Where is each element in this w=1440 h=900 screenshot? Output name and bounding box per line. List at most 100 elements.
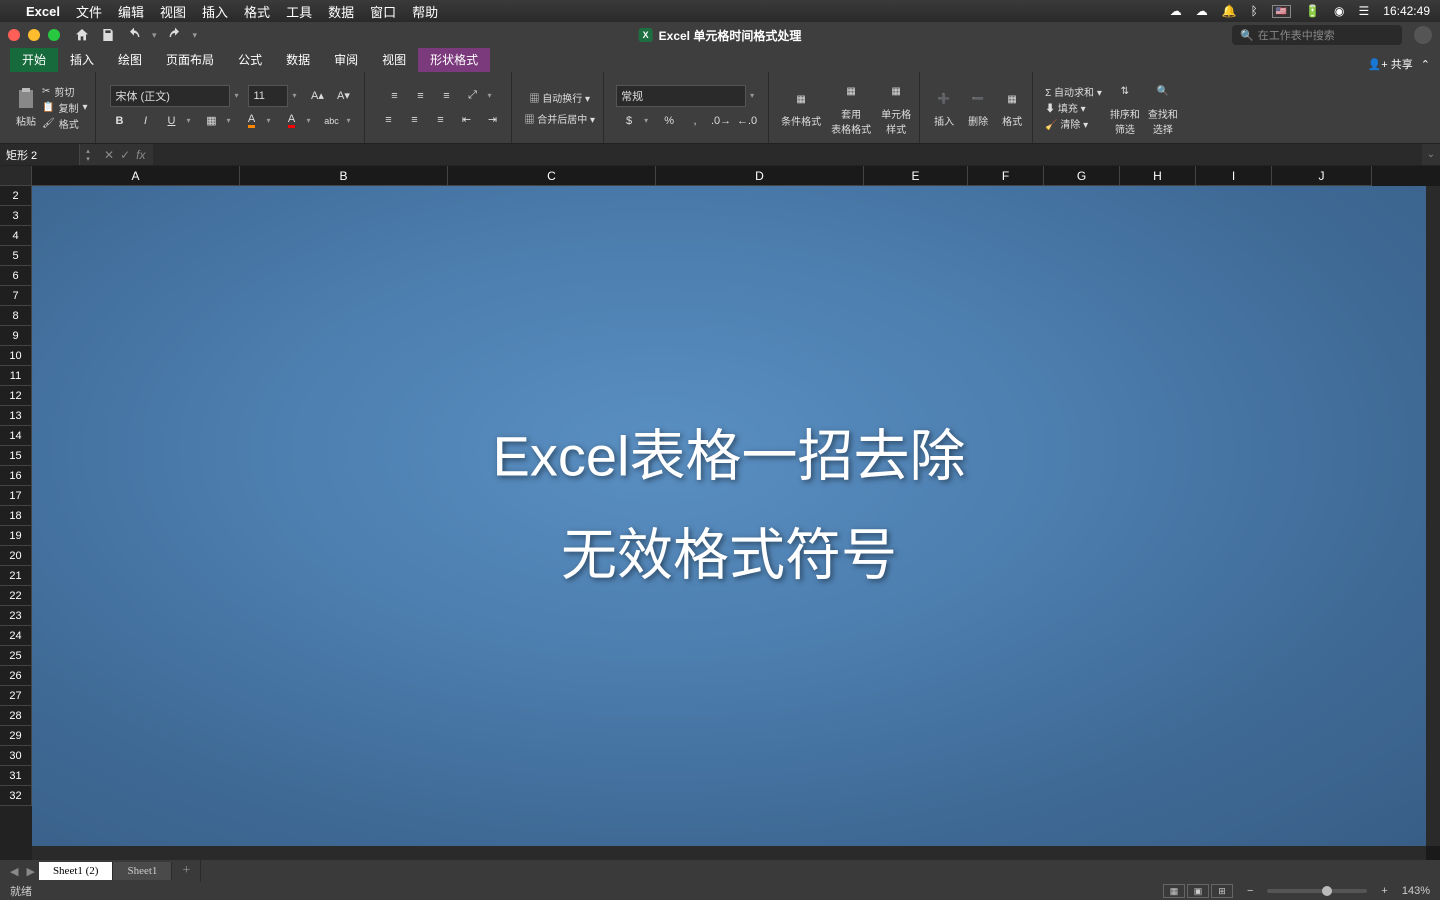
battery-icon[interactable]: 🔋 — [1305, 4, 1320, 18]
conditional-format-button[interactable]: ▦条件格式 — [781, 87, 821, 128]
row-header-19[interactable]: 19 — [0, 526, 32, 546]
row-header-10[interactable]: 10 — [0, 346, 32, 366]
currency-dropdown[interactable]: ▾ — [644, 116, 654, 125]
zoom-level[interactable]: 143% — [1402, 885, 1430, 897]
clock[interactable]: 16:42:49 — [1383, 4, 1430, 18]
column-header-C[interactable]: C — [448, 166, 656, 186]
row-header-25[interactable]: 25 — [0, 646, 32, 666]
input-source-icon[interactable]: 🇺🇸 — [1272, 5, 1291, 18]
row-header-11[interactable]: 11 — [0, 366, 32, 386]
menu-edit[interactable]: 编辑 — [118, 2, 144, 21]
increase-font-icon[interactable]: A▴ — [306, 86, 328, 106]
orientation-dropdown[interactable]: ▾ — [487, 91, 497, 100]
underline-button[interactable]: U — [160, 111, 182, 131]
maximize-window-button[interactable] — [48, 29, 60, 41]
page-break-view-icon[interactable]: ⊞ — [1211, 884, 1233, 898]
percent-icon[interactable]: % — [658, 111, 680, 131]
align-left-icon[interactable]: ≡ — [377, 110, 399, 130]
decrease-decimal-icon[interactable]: ←.0 — [736, 111, 758, 131]
app-name[interactable]: Excel — [26, 4, 60, 19]
fx-icon[interactable]: fx — [136, 148, 145, 162]
cancel-formula-icon[interactable]: ✕ — [104, 148, 114, 162]
redo-dropdown[interactable]: ▾ — [193, 30, 198, 41]
clear-button[interactable]: 🧹 清除 ▾ — [1045, 116, 1102, 131]
undo-dropdown[interactable]: ▾ — [152, 30, 157, 41]
comma-icon[interactable]: , — [684, 111, 706, 131]
tab-formulas[interactable]: 公式 — [226, 47, 274, 72]
currency-icon[interactable]: $ — [618, 111, 640, 131]
tab-insert[interactable]: 插入 — [58, 47, 106, 72]
phonetic-dropdown[interactable]: ▾ — [346, 116, 356, 125]
insert-cells-button[interactable]: ➕插入 — [932, 87, 956, 128]
redo-icon[interactable] — [167, 27, 183, 43]
tab-view[interactable]: 视图 — [370, 47, 418, 72]
font-color-dropdown[interactable]: ▾ — [306, 116, 316, 125]
format-cells-button[interactable]: ▦格式 — [1000, 87, 1024, 128]
bold-button[interactable]: B — [108, 111, 130, 131]
find-select-button[interactable]: 🔍查找和 选择 — [1148, 80, 1178, 136]
row-header-21[interactable]: 21 — [0, 566, 32, 586]
row-header-32[interactable]: 32 — [0, 786, 32, 806]
column-header-D[interactable]: D — [656, 166, 864, 186]
format-as-table-button[interactable]: ▦套用 表格格式 — [831, 80, 871, 136]
decrease-font-icon[interactable]: A▾ — [332, 86, 354, 106]
tab-shape-format[interactable]: 形状格式 — [418, 47, 490, 72]
increase-decimal-icon[interactable]: .0→ — [710, 111, 732, 131]
horizontal-scrollbar[interactable] — [32, 846, 1426, 860]
sort-filter-button[interactable]: ⇅排序和 筛选 — [1110, 80, 1140, 136]
underline-dropdown[interactable]: ▾ — [186, 116, 196, 125]
shape-text-overlay[interactable]: Excel表格一招去除 无效格式符号 — [493, 412, 966, 592]
decrease-indent-icon[interactable]: ⇤ — [455, 110, 477, 130]
row-header-4[interactable]: 4 — [0, 226, 32, 246]
collapse-ribbon-icon[interactable]: ⌃ — [1421, 58, 1430, 71]
row-header-16[interactable]: 16 — [0, 466, 32, 486]
row-header-13[interactable]: 13 — [0, 406, 32, 426]
align-center-icon[interactable]: ≡ — [403, 110, 425, 130]
row-header-7[interactable]: 7 — [0, 286, 32, 306]
menu-insert[interactable]: 插入 — [202, 2, 228, 21]
column-header-E[interactable]: E — [864, 166, 968, 186]
tab-review[interactable]: 审阅 — [322, 47, 370, 72]
sheet-nav-next[interactable]: ▶ — [22, 865, 38, 878]
numfmt-dropdown[interactable]: ▾ — [750, 91, 760, 100]
row-header-22[interactable]: 22 — [0, 586, 32, 606]
row-header-17[interactable]: 17 — [0, 486, 32, 506]
cell-styles-button[interactable]: ▦单元格 样式 — [881, 80, 911, 136]
row-header-24[interactable]: 24 — [0, 626, 32, 646]
font-size-select[interactable] — [248, 85, 288, 107]
row-header-6[interactable]: 6 — [0, 266, 32, 286]
name-box-dropdown[interactable]: ▴▾ — [80, 147, 96, 163]
menu-tools[interactable]: 工具 — [286, 2, 312, 21]
row-header-28[interactable]: 28 — [0, 706, 32, 726]
bluetooth-icon[interactable]: ᛒ — [1251, 4, 1258, 18]
row-header-12[interactable]: 12 — [0, 386, 32, 406]
row-header-30[interactable]: 30 — [0, 746, 32, 766]
zoom-in-button[interactable]: + — [1377, 885, 1391, 897]
copy-button[interactable]: 📋 复制 ▾ — [42, 100, 87, 115]
search-box[interactable]: 🔍 在工作表中搜索 — [1232, 25, 1402, 45]
wrap-text-button[interactable]: ▦ 自动换行 ▾ — [529, 90, 590, 105]
share-button[interactable]: 👤+ 共享 — [1368, 56, 1413, 72]
row-header-20[interactable]: 20 — [0, 546, 32, 566]
size-dropdown[interactable]: ▾ — [292, 91, 302, 100]
fill-button[interactable]: ⬇ 填充 ▾ — [1045, 100, 1102, 115]
row-header-29[interactable]: 29 — [0, 726, 32, 746]
expand-formula-bar-icon[interactable]: ⌄ — [1422, 149, 1440, 160]
merge-center-button[interactable]: ▦ 合并后居中 ▾ — [524, 111, 595, 126]
column-header-B[interactable]: B — [240, 166, 448, 186]
control-center-icon[interactable]: ☰ — [1359, 4, 1370, 18]
zoom-slider[interactable] — [1267, 889, 1367, 893]
close-window-button[interactable] — [8, 29, 20, 41]
number-format-select[interactable] — [616, 85, 746, 107]
border-button[interactable]: ▦ — [200, 111, 222, 131]
menu-view[interactable]: 视图 — [160, 2, 186, 21]
phonetic-button[interactable]: abc — [320, 111, 342, 131]
delete-cells-button[interactable]: ➖删除 — [966, 87, 990, 128]
column-header-I[interactable]: I — [1196, 166, 1272, 186]
cut-button[interactable]: ✂ 剪切 — [42, 84, 87, 99]
row-header-18[interactable]: 18 — [0, 506, 32, 526]
select-all-corner[interactable] — [0, 166, 32, 186]
font-dropdown[interactable]: ▾ — [234, 91, 244, 100]
tab-home[interactable]: 开始 — [10, 47, 58, 72]
column-header-G[interactable]: G — [1044, 166, 1120, 186]
